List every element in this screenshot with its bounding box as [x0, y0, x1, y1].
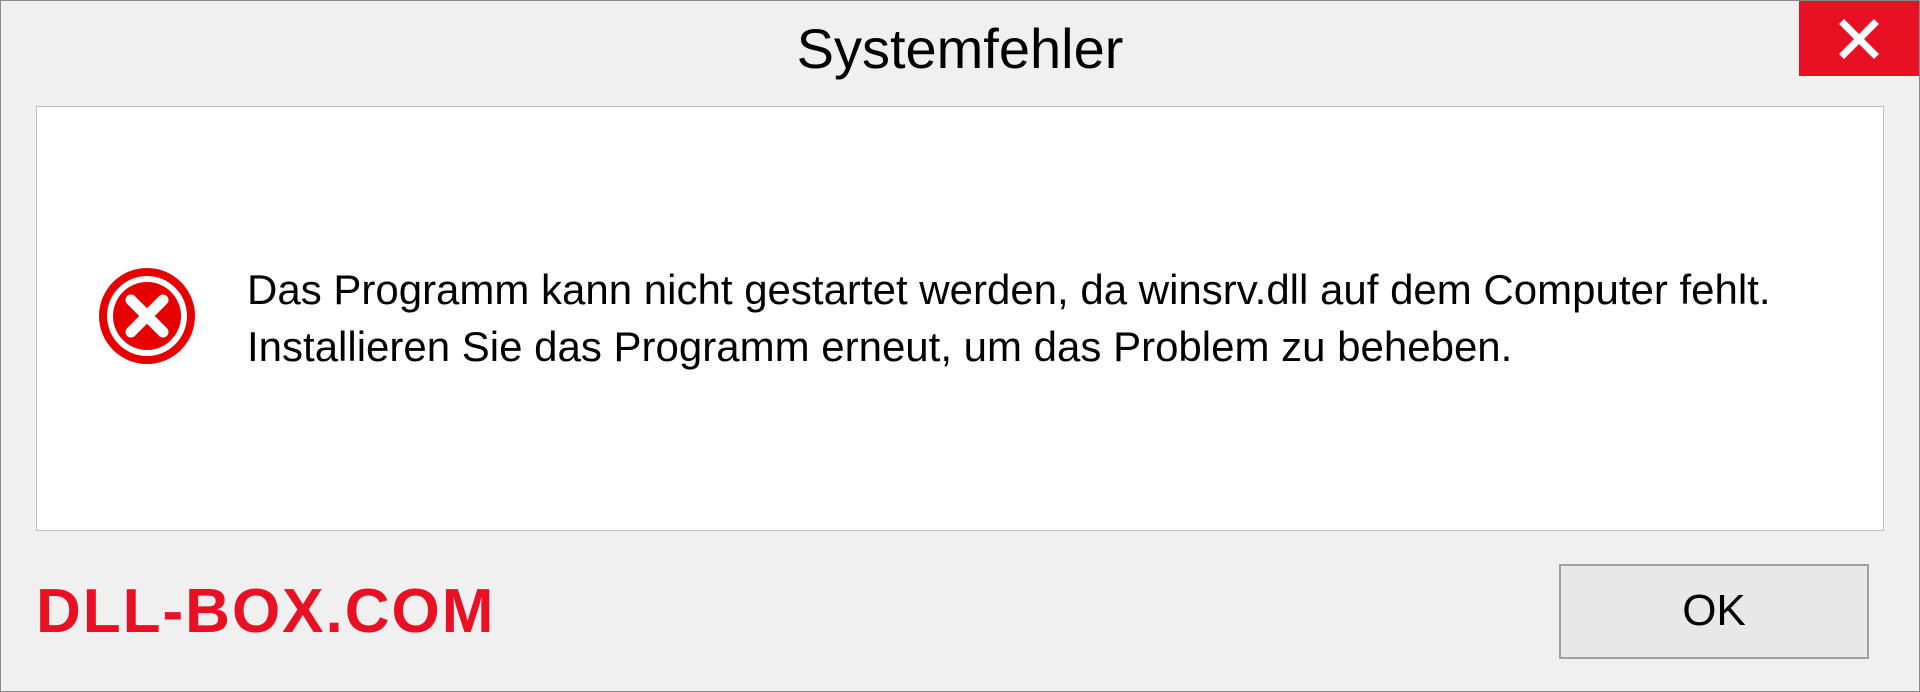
error-icon [97, 266, 197, 371]
close-button[interactable] [1799, 1, 1919, 76]
watermark-text: DLL-BOX.COM [36, 576, 495, 647]
dialog-footer: DLL-BOX.COM OK [1, 531, 1919, 691]
ok-button[interactable]: OK [1559, 564, 1869, 659]
titlebar: Systemfehler [1, 1, 1919, 96]
error-message: Das Programm kann nicht gestartet werden… [247, 262, 1823, 375]
content-area: Das Programm kann nicht gestartet werden… [36, 106, 1884, 531]
dialog-title: Systemfehler [797, 16, 1124, 81]
error-dialog: Systemfehler Das Programm kann nicht ges… [0, 0, 1920, 692]
close-icon [1834, 14, 1884, 64]
